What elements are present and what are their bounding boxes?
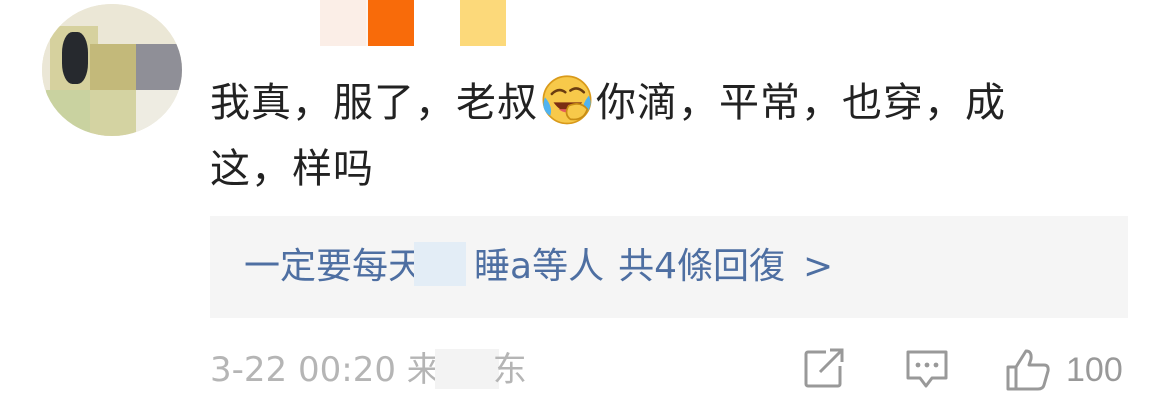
- share-icon: [804, 348, 844, 388]
- comment-text-part1: 我真，服了，老叔: [210, 80, 538, 126]
- like-button[interactable]: 100: [1004, 346, 1123, 394]
- chevron-right-icon[interactable]: >: [803, 246, 833, 287]
- like-icon: [1006, 349, 1050, 391]
- comment-button[interactable]: [904, 346, 950, 390]
- share-button[interactable]: [802, 346, 846, 390]
- replies-preview[interactable]: 一定要每天 睡a等人 共4條回復 >: [210, 216, 1128, 318]
- comment-text-part2: 你滴，平常，也穿，成: [596, 80, 1006, 126]
- redacted-blur: [434, 349, 499, 389]
- comment-text: 我真，服了，老叔 你滴，平常，也穿，成 这，样吗: [210, 70, 1130, 202]
- comment-meta: 3-22 00:20 来东: [210, 346, 527, 394]
- avatar[interactable]: [42, 4, 182, 136]
- reply-count[interactable]: 共4條回復: [618, 246, 785, 287]
- like-count: 100: [1066, 351, 1123, 389]
- laughing-crying-emoji-icon: [542, 75, 592, 125]
- comment-icon: [906, 350, 948, 388]
- comment-item: 我真，服了，老叔 你滴，平常，也穿，成 这，样吗 一定要每天 睡a等人 共4條回復 >…: [0, 0, 1170, 412]
- username-redacted[interactable]: [320, 0, 520, 46]
- reply-author-suffix[interactable]: 睡a等人: [474, 246, 604, 287]
- reply-author-prefix[interactable]: 一定要每天: [244, 246, 424, 287]
- redacted-blur: [414, 242, 467, 286]
- location-suffix: 东: [492, 350, 527, 390]
- timestamp: 3-22 00:20: [210, 350, 396, 390]
- comment-footer: 3-22 00:20 来东 100: [210, 342, 1130, 398]
- replies-preview-text[interactable]: 一定要每天 睡a等人 共4條回復 >: [244, 242, 833, 291]
- comment-text-line2: 这，样吗: [210, 146, 374, 192]
